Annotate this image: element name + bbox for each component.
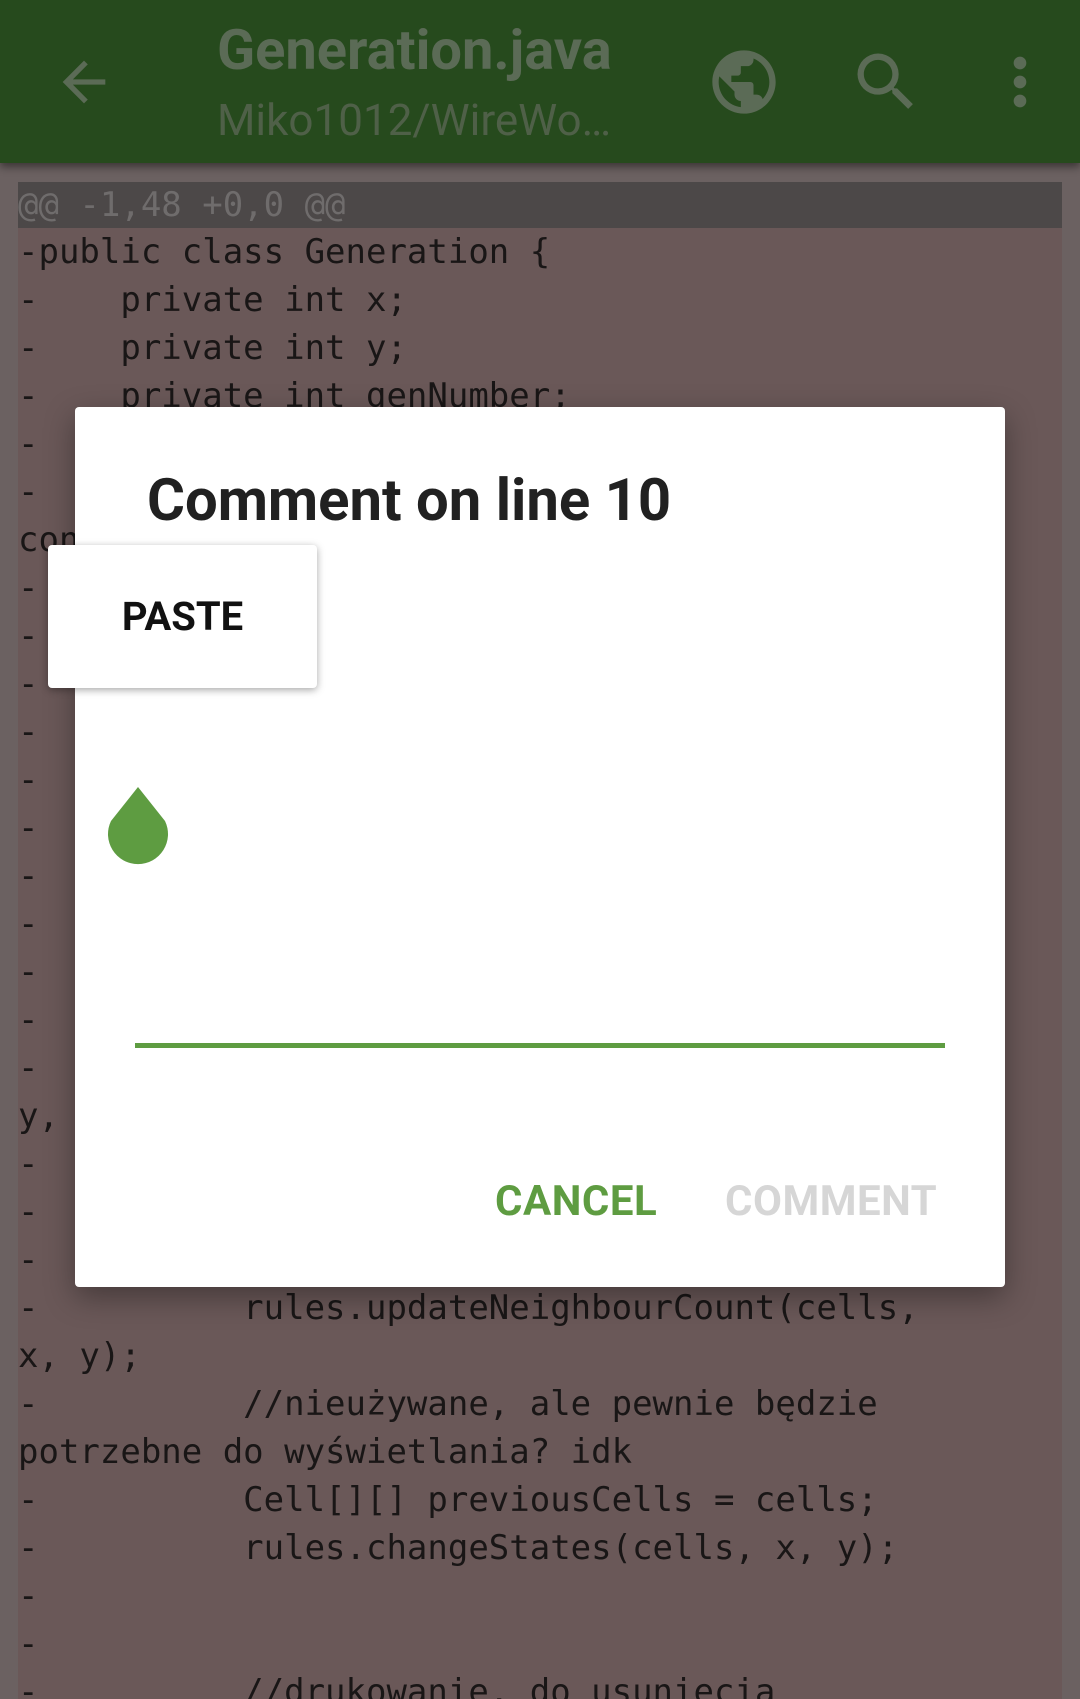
paste-button[interactable]: PASTE: [48, 545, 317, 688]
dialog-title: Comment on line 10: [147, 467, 672, 535]
arrow-left-icon[interactable]: [52, 50, 116, 114]
code-line: potrzebne do wyświetlania? idk: [18, 1432, 633, 1472]
globe-icon[interactable]: [706, 44, 782, 120]
search-icon[interactable]: [848, 44, 924, 120]
code-line: - Cell[][] previousCells = cells;: [18, 1480, 878, 1520]
code-line: - rules.changeStates(cells, x, y);: [18, 1528, 899, 1568]
app-bar: Generation.java Miko1012/WireWo…: [0, 0, 1080, 163]
repo-subtitle: Miko1012/WireWo…: [217, 94, 612, 146]
code-line: -public class Generation {: [18, 232, 551, 272]
cancel-button[interactable]: CANCEL: [495, 1177, 657, 1226]
code-line: x, y);: [18, 1336, 141, 1376]
code-line: - private int x;: [18, 280, 407, 320]
code-line: - rules.updateNeighbourCount(cells,: [18, 1288, 919, 1328]
code-line: - private int y;: [18, 328, 407, 368]
comment-button[interactable]: COMMENT: [725, 1177, 937, 1226]
hunk-header: @@ -1,48 +0,0 @@: [18, 182, 1062, 228]
code-line: -: [18, 1576, 39, 1616]
text-cursor-handle-icon[interactable]: [105, 783, 171, 867]
more-vert-icon[interactable]: [982, 44, 1058, 120]
code-line: - //drukowanie, do usunięcia: [18, 1672, 776, 1699]
page-title: Generation.java: [217, 17, 612, 83]
code-line: -: [18, 1624, 39, 1664]
code-line: - //nieużywane, ale pewnie będzie: [18, 1384, 878, 1424]
comment-input-underline[interactable]: [135, 1043, 945, 1048]
comment-dialog: Comment on line 10 CANCEL COMMENT: [75, 407, 1005, 1287]
